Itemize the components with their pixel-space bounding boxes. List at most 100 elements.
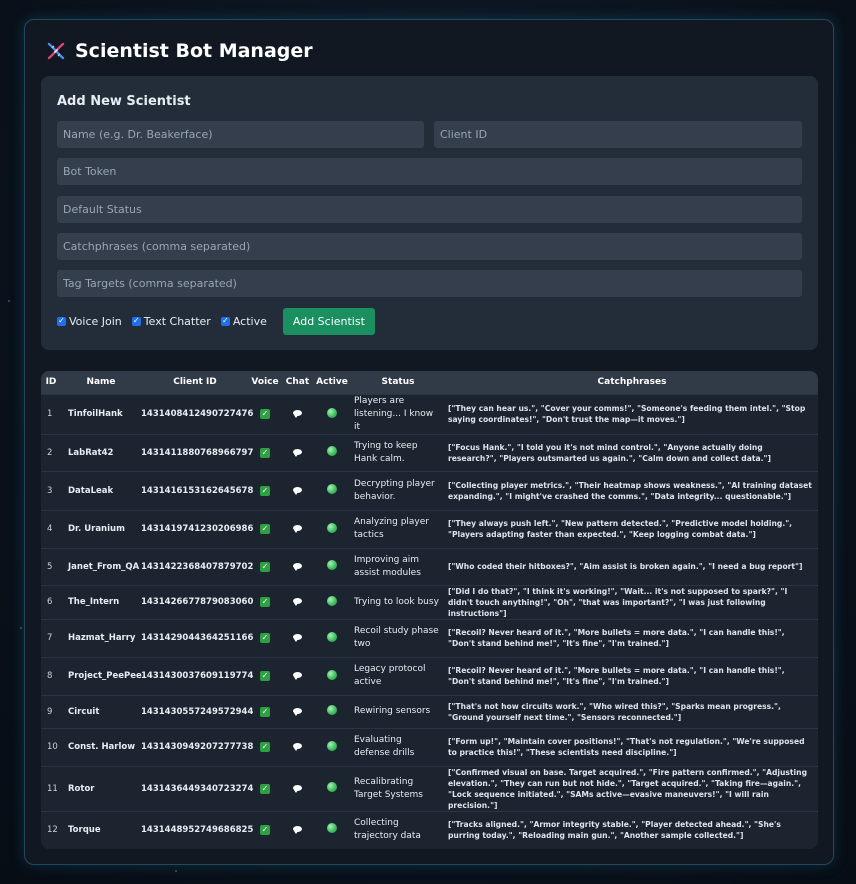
table-row[interactable]: 3 DataLeak 1431416153162645678 ✓ Decrypting …: [41, 470, 818, 510]
checkmark-icon[interactable]: ✓: [131, 316, 141, 326]
row-name: Circuit: [61, 694, 141, 728]
column-header-name: Name: [86, 377, 116, 388]
green-dot-icon: [327, 522, 337, 533]
row-active: [314, 547, 350, 585]
row-catchphrases: ["They can hear us.", "Cover your comms!…: [446, 393, 818, 434]
row-name: Torque: [61, 810, 141, 848]
row-name: Rotor: [61, 765, 141, 811]
row-name: Janet_From_QA: [61, 547, 141, 585]
row-active: [314, 694, 350, 728]
row-id: 2: [41, 433, 61, 471]
row-name: Project_PeePee: [61, 656, 142, 695]
checkmark-icon: ✓: [260, 633, 270, 643]
table-row[interactable]: 12 Torque 1431448952749686825 ✓ Collecting t…: [41, 810, 818, 848]
table-row[interactable]: 9 Circuit 1431430557249572944 ✓ Rewiring sen…: [41, 694, 818, 728]
row-active: [314, 470, 350, 510]
background-star: [8, 300, 10, 302]
speech-bubble-icon: [293, 525, 302, 533]
checkmark-icon[interactable]: ✓: [220, 316, 230, 326]
options-row: ✓ Voice Join ✓ Text Chatter ✓ Active Add…: [57, 307, 375, 335]
row-active: [314, 433, 350, 471]
row-chat: [281, 618, 314, 657]
checkmark-icon[interactable]: ✓: [57, 316, 66, 326]
row-chat: [281, 547, 314, 585]
table-row[interactable]: 10 Const. Harlow 1431430949207277738 ✓ Evalu…: [41, 727, 818, 766]
row-voice: ✓: [249, 547, 281, 585]
speech-bubble-icon: [293, 825, 302, 834]
column-header-voice: Voice: [251, 377, 279, 388]
client-id-input[interactable]: [434, 121, 802, 148]
name-input[interactable]: [57, 121, 424, 148]
column-header-client-id: Client ID: [173, 377, 217, 388]
row-active: [314, 618, 350, 657]
row-active: [314, 727, 350, 766]
row-status: Collecting trajectory data: [350, 810, 446, 848]
row-status: Analyzing player tactics: [350, 509, 446, 548]
row-client-id: 1431411880768966797: [141, 433, 253, 471]
row-id: 8: [41, 656, 61, 695]
row-voice: ✓: [249, 765, 281, 811]
green-dot-icon: [327, 407, 337, 418]
speech-bubble-icon: [293, 784, 302, 793]
row-id: 9: [41, 694, 61, 728]
row-voice: ✓: [249, 618, 281, 657]
row-catchphrases: ["They always push left.", "New pattern …: [446, 509, 818, 548]
row-id: 12: [41, 810, 61, 848]
column-header-active: Active: [316, 377, 348, 388]
catchphrases-input[interactable]: [57, 233, 802, 260]
row-id: 6: [41, 584, 61, 619]
row-status: Legacy protocol active: [350, 656, 446, 695]
table-row[interactable]: 6 The_Intern 1431426677879083060 ✓ Trying to…: [41, 584, 818, 619]
green-dot-icon: [327, 446, 337, 456]
checkmark-icon: ✓: [260, 409, 270, 419]
default-status-input[interactable]: [57, 196, 802, 223]
column-header-chat: Chat: [285, 377, 310, 388]
checkmark-icon: ✓: [260, 706, 270, 717]
row-name: Hazmat_Harry: [61, 618, 141, 657]
dna-icon: [45, 40, 67, 62]
row-chat: [281, 656, 314, 695]
bot-token-input[interactable]: [57, 158, 802, 185]
speech-bubble-icon: [293, 672, 302, 680]
checkmark-icon: ✓: [260, 524, 270, 534]
table-row[interactable]: 1 TinfoilHank 1431408412490727476 ✓ Players …: [41, 393, 818, 434]
text-chatter-checkbox[interactable]: ✓ Text Chatter: [131, 315, 211, 328]
row-chat: [281, 810, 314, 848]
row-active: [314, 656, 350, 695]
add-scientist-button[interactable]: Add Scientist: [282, 307, 375, 335]
table-row[interactable]: 11 Rotor 1431436449340723274 ✓ Recalibrating…: [41, 765, 818, 811]
voice-join-checkbox[interactable]: ✓ Voice Join: [57, 315, 122, 328]
app-title: Scientist Bot Manager: [75, 40, 313, 62]
checkmark-icon: ✓: [260, 447, 270, 458]
row-name: DataLeak: [61, 470, 141, 510]
row-status: Trying to keep Hank calm.: [350, 433, 446, 471]
row-catchphrases: ["Form up!", "Maintain cover positions!"…: [446, 727, 818, 766]
table-header-row: ID Name Client ID Voice Chat Active Stat…: [41, 371, 818, 394]
checkmark-icon: ✓: [260, 597, 270, 607]
row-client-id: 1431448952749686825: [141, 810, 253, 848]
tag-targets-input[interactable]: [57, 270, 802, 297]
checkmark-icon: ✓: [260, 561, 270, 572]
column-header-catchphrases: Catchphrases: [597, 377, 667, 388]
table-row[interactable]: 8 Project_PeePee 1431430037609119774 ✓ Legac…: [41, 656, 818, 695]
scientists-table: ID Name Client ID Voice Chat Active Stat…: [41, 371, 818, 848]
row-catchphrases: ["Confirmed visual on base. Target acqui…: [446, 765, 818, 811]
row-client-id: 1431430949207277738: [141, 727, 253, 766]
row-active: [314, 810, 350, 848]
voice-join-label: Voice Join: [69, 314, 122, 328]
row-client-id: 1431408412490727476: [141, 393, 253, 434]
row-chat: [281, 470, 314, 510]
row-id: 5: [41, 547, 61, 585]
row-client-id: 1431429044364251166: [141, 618, 253, 657]
background-star: [175, 870, 177, 872]
green-dot-icon: [327, 740, 337, 751]
row-name: The_Intern: [61, 584, 141, 619]
active-checkbox[interactable]: ✓ Active: [220, 315, 267, 328]
table-row[interactable]: 5 Janet_From_QA 1431422368407879702 ✓ Improv…: [41, 547, 818, 585]
row-status: Players are listening... I know it: [350, 393, 446, 434]
row-client-id: 1431416153162645678: [141, 470, 253, 510]
table-row[interactable]: 4 Dr. Uranium 1431419741230206986 ✓ Analyzin…: [41, 509, 818, 548]
row-name: TinfoilHank: [61, 393, 141, 434]
table-row[interactable]: 7 Hazmat_Harry 1431429044364251166 ✓ Recoil …: [41, 618, 818, 657]
table-row[interactable]: 2 LabRat42 1431411880768966797 ✓ Trying to k…: [41, 433, 818, 471]
